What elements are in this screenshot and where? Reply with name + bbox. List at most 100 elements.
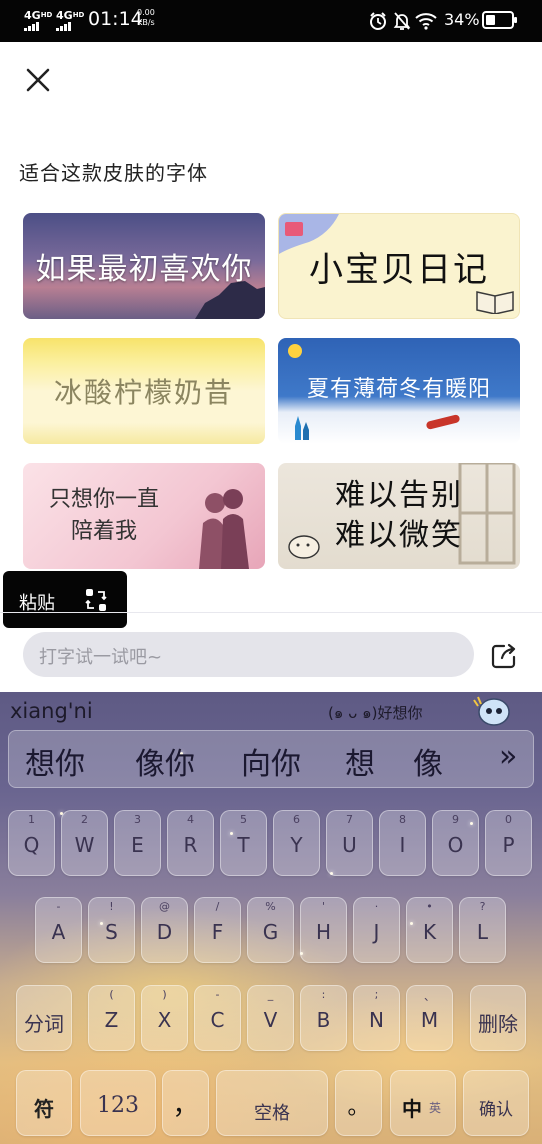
battery-percent: 34% (444, 10, 480, 29)
candidate-1[interactable]: 想你 (25, 739, 85, 783)
candidate-2[interactable]: 像你 (135, 739, 195, 783)
key-label: H (315, 920, 332, 944)
key-o[interactable]: 9O (432, 810, 479, 876)
clipboard-switch-icon[interactable] (83, 587, 109, 613)
language-switch-key[interactable]: 中 英 (390, 1070, 456, 1136)
delete-key-label: 删除 (478, 1012, 518, 1036)
key-y[interactable]: 6Y (273, 810, 320, 876)
font-card-6[interactable]: 难以告别 难以微笑 (278, 463, 520, 569)
sled-icon (426, 414, 460, 430)
font-card-1[interactable]: 如果最初喜欢你 (23, 213, 265, 319)
signal-sim2: 4GHD (56, 10, 84, 31)
mute-bell-icon (393, 12, 411, 30)
key-secondary-label: _ (267, 988, 274, 1001)
key-a[interactable]: -A (35, 897, 82, 963)
number-key[interactable]: 123 (80, 1070, 156, 1136)
language-main-label: 中 (402, 1097, 422, 1121)
key-n[interactable]: ; N (353, 985, 400, 1051)
key-m[interactable]: 、 M (406, 985, 453, 1051)
key-secondary-label: / (215, 900, 220, 913)
network-rate: 0.00 KB/s (137, 8, 155, 28)
emoji-phrase-suggestion[interactable]: (๑ ᴗ ๑)好想你 (328, 701, 422, 725)
network-rate-value: 0.00 (137, 8, 155, 17)
network-hd-1: HD (40, 11, 53, 19)
key-label: T (237, 833, 250, 857)
paste-popup[interactable]: 粘贴 (3, 571, 127, 628)
key-r[interactable]: 4R (167, 810, 214, 876)
network-type-2: 4G (56, 9, 73, 22)
key-secondary-label: ! (109, 900, 114, 913)
key-label: N (369, 1008, 384, 1032)
key-label: O (447, 833, 464, 857)
key-e[interactable]: 3E (114, 810, 161, 876)
key-t[interactable]: 5T (220, 810, 267, 876)
candidate-5[interactable]: 像 (413, 739, 443, 783)
key-l[interactable]: ? L (459, 897, 506, 963)
expand-candidates-icon[interactable]: » (499, 739, 517, 774)
segment-key[interactable]: 分词 (16, 985, 72, 1051)
key-j[interactable]: · J (353, 897, 400, 963)
sun-icon (288, 344, 302, 358)
comma-key[interactable]: ， (162, 1070, 209, 1136)
key-label: A (51, 920, 66, 944)
section-title: 适合这款皮肤的字体 (19, 161, 208, 185)
confirm-key[interactable]: 确认 (463, 1070, 529, 1136)
key-secondary-label: : (321, 988, 326, 1001)
key-secondary-label: ( (109, 988, 114, 1001)
wifi-icon (415, 13, 437, 30)
signal-bars-1-icon (24, 22, 52, 31)
mascot-icon[interactable] (472, 694, 512, 728)
key-secondary-label: 0 (505, 813, 512, 826)
test-input[interactable]: 打字试一试吧~ (23, 632, 474, 677)
key-label: C (210, 1008, 225, 1032)
key-v[interactable]: _ V (247, 985, 294, 1051)
font-card-5[interactable]: 只想你一直陪着我 (23, 463, 265, 569)
close-icon[interactable] (20, 62, 56, 98)
key-label: W (74, 833, 95, 857)
key-k[interactable]: • K (406, 897, 453, 963)
space-key[interactable]: 空格 (216, 1070, 328, 1136)
key-label: G (262, 920, 279, 944)
key-g[interactable]: % G (247, 897, 294, 963)
key-x[interactable]: ) X (141, 985, 188, 1051)
ime-keyboard: xiang'ni (๑ ᴗ ๑)好想你 想你 像你 向你 想 像 » 1Q2W3… (0, 692, 542, 1144)
key-secondary-label: 6 (293, 813, 300, 826)
key-w[interactable]: 2W (61, 810, 108, 876)
key-label: F (211, 920, 224, 944)
symbol-key[interactable]: 符 (16, 1070, 72, 1136)
candidate-3[interactable]: 向你 (241, 739, 301, 783)
key-u[interactable]: 7U (326, 810, 373, 876)
key-label: B (316, 1008, 331, 1032)
divider (0, 612, 542, 613)
share-icon[interactable] (490, 642, 518, 670)
period-key[interactable]: 。 (335, 1070, 382, 1136)
key-p[interactable]: 0P (485, 810, 532, 876)
key-c[interactable]: -C (194, 985, 241, 1051)
key-label: Z (104, 1008, 119, 1032)
key-h[interactable]: ' H (300, 897, 347, 963)
key-secondary-label: 3 (134, 813, 141, 826)
candidate-4[interactable]: 想 (345, 739, 375, 783)
key-secondary-label: 、 (424, 990, 435, 1003)
key-secondary-label: ) (162, 988, 167, 1001)
key-b[interactable]: :B (300, 985, 347, 1051)
key-label: S (105, 920, 118, 944)
tree-icon (295, 416, 309, 440)
key-secondary-label: 2 (81, 813, 88, 826)
network-type-1: 4G (24, 9, 41, 22)
font-sample-text: 难以告别 难以微笑 (335, 478, 463, 553)
key-z[interactable]: (Z (88, 985, 135, 1051)
key-secondary-label: ' (321, 900, 326, 913)
delete-key[interactable]: 删除 (470, 985, 526, 1051)
key-f[interactable]: / F (194, 897, 241, 963)
key-secondary-label: % (265, 900, 276, 913)
key-s[interactable]: ! S (88, 897, 135, 963)
key-q[interactable]: 1Q (8, 810, 55, 876)
key-i[interactable]: 8I (379, 810, 426, 876)
key-secondary-label: · (374, 900, 379, 913)
font-card-4[interactable]: 夏有薄荷冬有暖阳 (278, 338, 520, 444)
key-d[interactable]: @ D (141, 897, 188, 963)
font-card-2[interactable]: 小宝贝日记 (278, 213, 520, 319)
font-sample-text: 夏有薄荷冬有暖阳 (306, 377, 491, 402)
font-card-3[interactable]: 冰酸柠檬奶昔 (23, 338, 265, 444)
